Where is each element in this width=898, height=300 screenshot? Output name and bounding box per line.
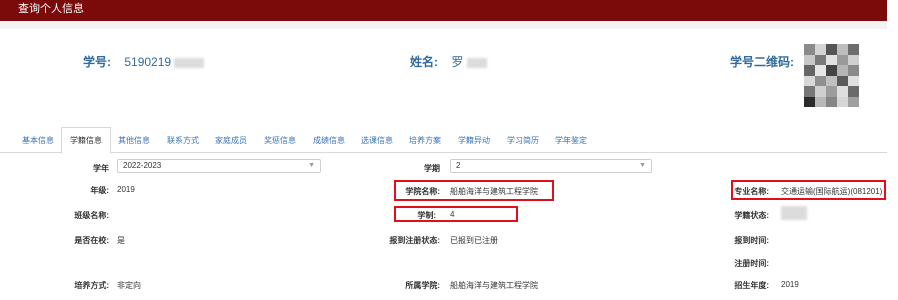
tab-rewards[interactable]: 奖惩信息 bbox=[264, 135, 296, 149]
name-row: 姓名: 罗 bbox=[410, 55, 487, 69]
window-title: 查询个人信息 bbox=[18, 3, 84, 15]
tab-status-change[interactable]: 学籍异动 bbox=[458, 135, 490, 149]
student-id-redaction bbox=[174, 57, 205, 68]
tab-course-selection[interactable]: 选课信息 bbox=[361, 135, 393, 149]
year-select-value: 2022-2023 bbox=[123, 161, 162, 170]
qr-label: 学号二维码: bbox=[730, 55, 794, 69]
student-id-row: 学号: 5190219 bbox=[83, 55, 205, 69]
report-time-label: 报到时间: bbox=[734, 236, 769, 245]
reg-time-label: 注册时间: bbox=[734, 259, 769, 268]
qr-label-row: 学号二维码: bbox=[730, 55, 794, 69]
name-redaction bbox=[466, 57, 487, 68]
student-id-value: 5190219 bbox=[124, 55, 172, 69]
name-label: 姓名: bbox=[410, 55, 438, 69]
chevron-down-icon: ▼ bbox=[639, 162, 646, 169]
status-label: 学籍状态: bbox=[734, 211, 769, 220]
reg-status-label: 报到注册状态: bbox=[389, 236, 440, 245]
admission-year-value: 2019 bbox=[781, 280, 799, 289]
highlight-box-major bbox=[731, 180, 886, 200]
chevron-down-icon: ▼ bbox=[308, 162, 315, 169]
reg-status-value: 已报到已注册 bbox=[450, 236, 498, 245]
name-value: 罗 bbox=[451, 55, 464, 69]
term-select-value: 2 bbox=[456, 161, 461, 170]
year-label: 学年 bbox=[93, 164, 109, 173]
highlight-box-duration bbox=[394, 206, 518, 222]
admission-year-label: 招生年度: bbox=[734, 281, 769, 290]
term-select[interactable]: 2 ▼ bbox=[450, 159, 652, 173]
tab-basic-info[interactable]: 基本信息 bbox=[22, 135, 54, 149]
affiliated-label: 所属学院: bbox=[405, 281, 440, 290]
grade-label: 年级: bbox=[90, 186, 109, 195]
year-select[interactable]: 2022-2023 ▼ bbox=[117, 159, 321, 173]
tab-contact[interactable]: 联系方式 bbox=[167, 135, 199, 149]
student-id-label: 学号: bbox=[83, 55, 111, 69]
status-redaction bbox=[781, 206, 807, 220]
tab-study-resume[interactable]: 学习简历 bbox=[507, 135, 539, 149]
tab-enrollment-info[interactable]: 学籍信息 bbox=[61, 127, 111, 154]
enrolled-label: 是否在校: bbox=[74, 236, 109, 245]
tab-family[interactable]: 家庭成员 bbox=[215, 135, 247, 149]
window-titlebar: 查询个人信息 bbox=[0, 0, 887, 21]
highlight-box-college bbox=[394, 180, 554, 201]
qr-code-image bbox=[804, 44, 859, 107]
training-label: 培养方式: bbox=[74, 281, 109, 290]
tab-grades[interactable]: 成绩信息 bbox=[313, 135, 345, 149]
grade-value: 2019 bbox=[117, 185, 135, 194]
affiliated-value: 船舶海洋与建筑工程学院 bbox=[450, 281, 538, 290]
tab-training-plan[interactable]: 培养方案 bbox=[409, 135, 441, 149]
training-value: 非定向 bbox=[117, 281, 141, 290]
class-label: 班级名称: bbox=[74, 211, 109, 220]
tab-annual-evaluation[interactable]: 学年鉴定 bbox=[555, 135, 587, 149]
term-label: 学期 bbox=[424, 164, 440, 173]
title-strip bbox=[0, 21, 887, 29]
tab-other-info[interactable]: 其他信息 bbox=[118, 135, 150, 149]
enrolled-value: 是 bbox=[117, 236, 125, 245]
tab-bar: 基本信息 学籍信息 其他信息 联系方式 家庭成员 奖惩信息 成绩信息 选课信息 … bbox=[0, 127, 887, 154]
